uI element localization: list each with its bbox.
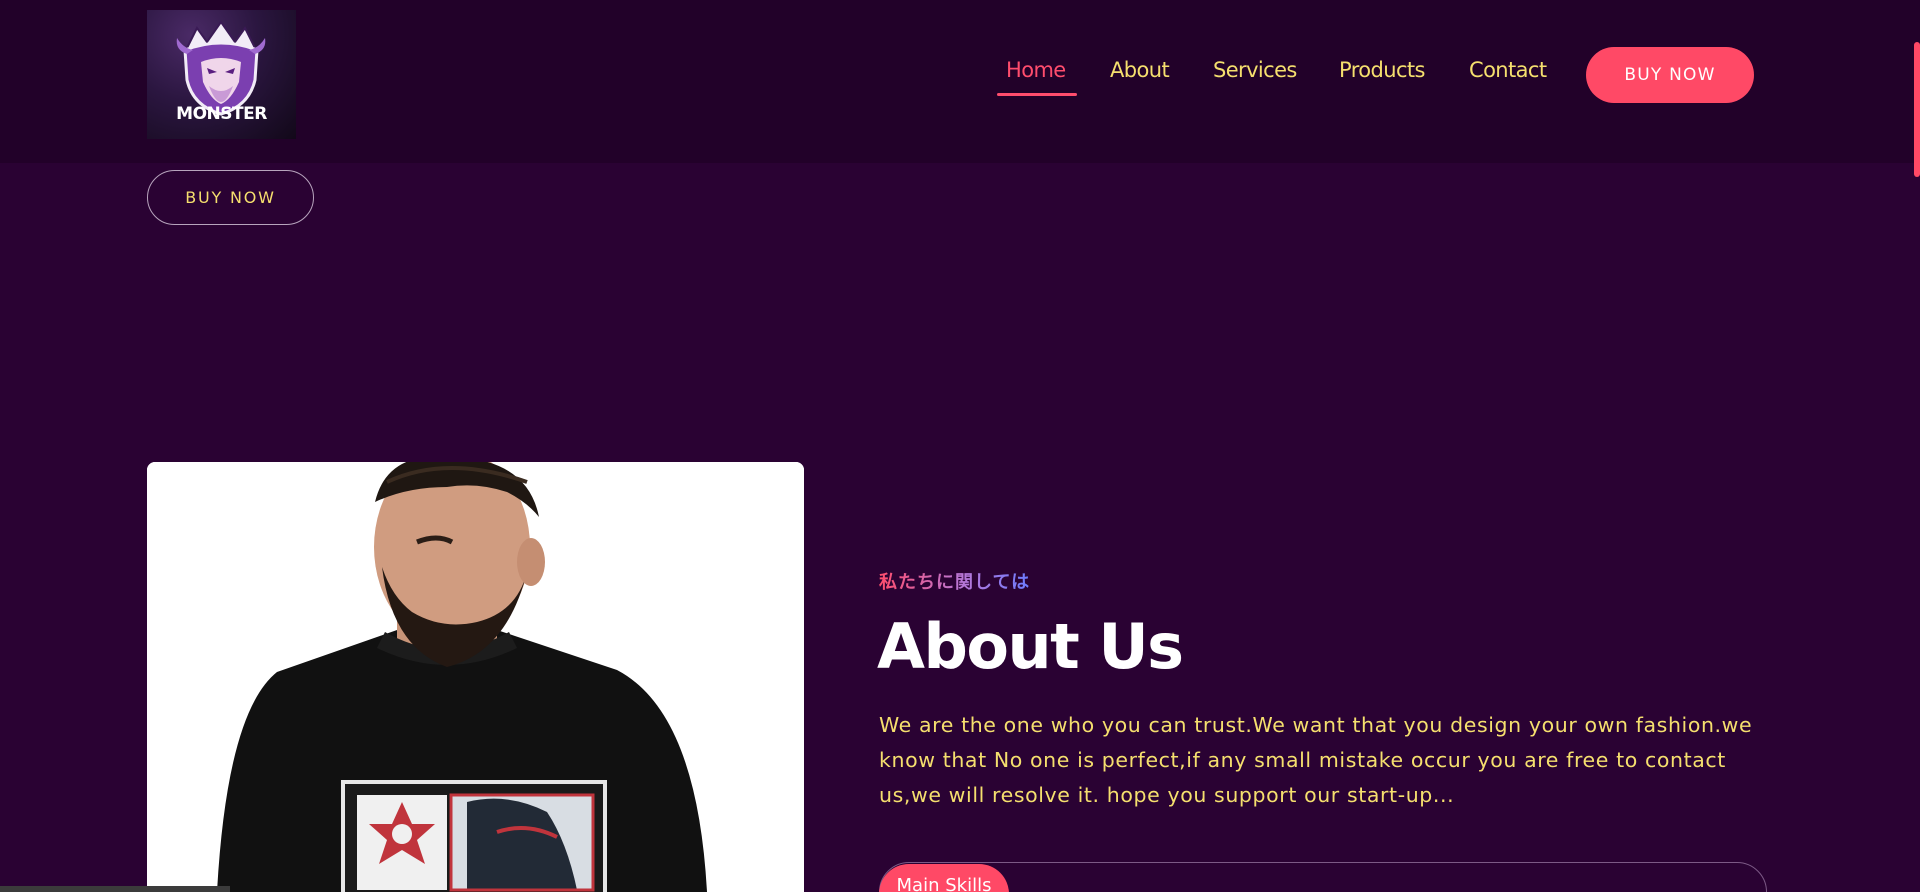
about-tagline: 私たちに関しては: [879, 568, 1030, 594]
man-in-black-anime-tshirt-photo: [147, 462, 804, 892]
about-description: We are the one who you can trust.We want…: [879, 713, 1753, 807]
about-image: [147, 462, 804, 892]
page: MONSTER Home About Services Products Con…: [0, 0, 1920, 892]
site-header: MONSTER Home About Services Products Con…: [0, 0, 1920, 163]
skills-tab-main[interactable]: Main Skills: [879, 864, 1009, 892]
hero-buy-now-button[interactable]: BUY NOW: [147, 170, 314, 225]
nav-products[interactable]: Products: [1339, 58, 1425, 82]
about-title: About Us: [877, 610, 1184, 683]
nav-home[interactable]: Home: [1006, 58, 1066, 82]
header-buy-now-button[interactable]: BUY NOW: [1586, 47, 1754, 103]
bottom-edge-bar: [0, 886, 230, 892]
scrollbar-thumb[interactable]: [1914, 42, 1920, 177]
logo-text: MONSTER: [176, 104, 267, 124]
site-logo[interactable]: MONSTER: [147, 10, 296, 139]
skills-tab-bar: [879, 862, 1767, 892]
nav-contact[interactable]: Contact: [1469, 58, 1547, 82]
nav-active-underline: [997, 93, 1077, 96]
nav-about[interactable]: About: [1110, 58, 1170, 82]
nav-services[interactable]: Services: [1213, 58, 1297, 82]
